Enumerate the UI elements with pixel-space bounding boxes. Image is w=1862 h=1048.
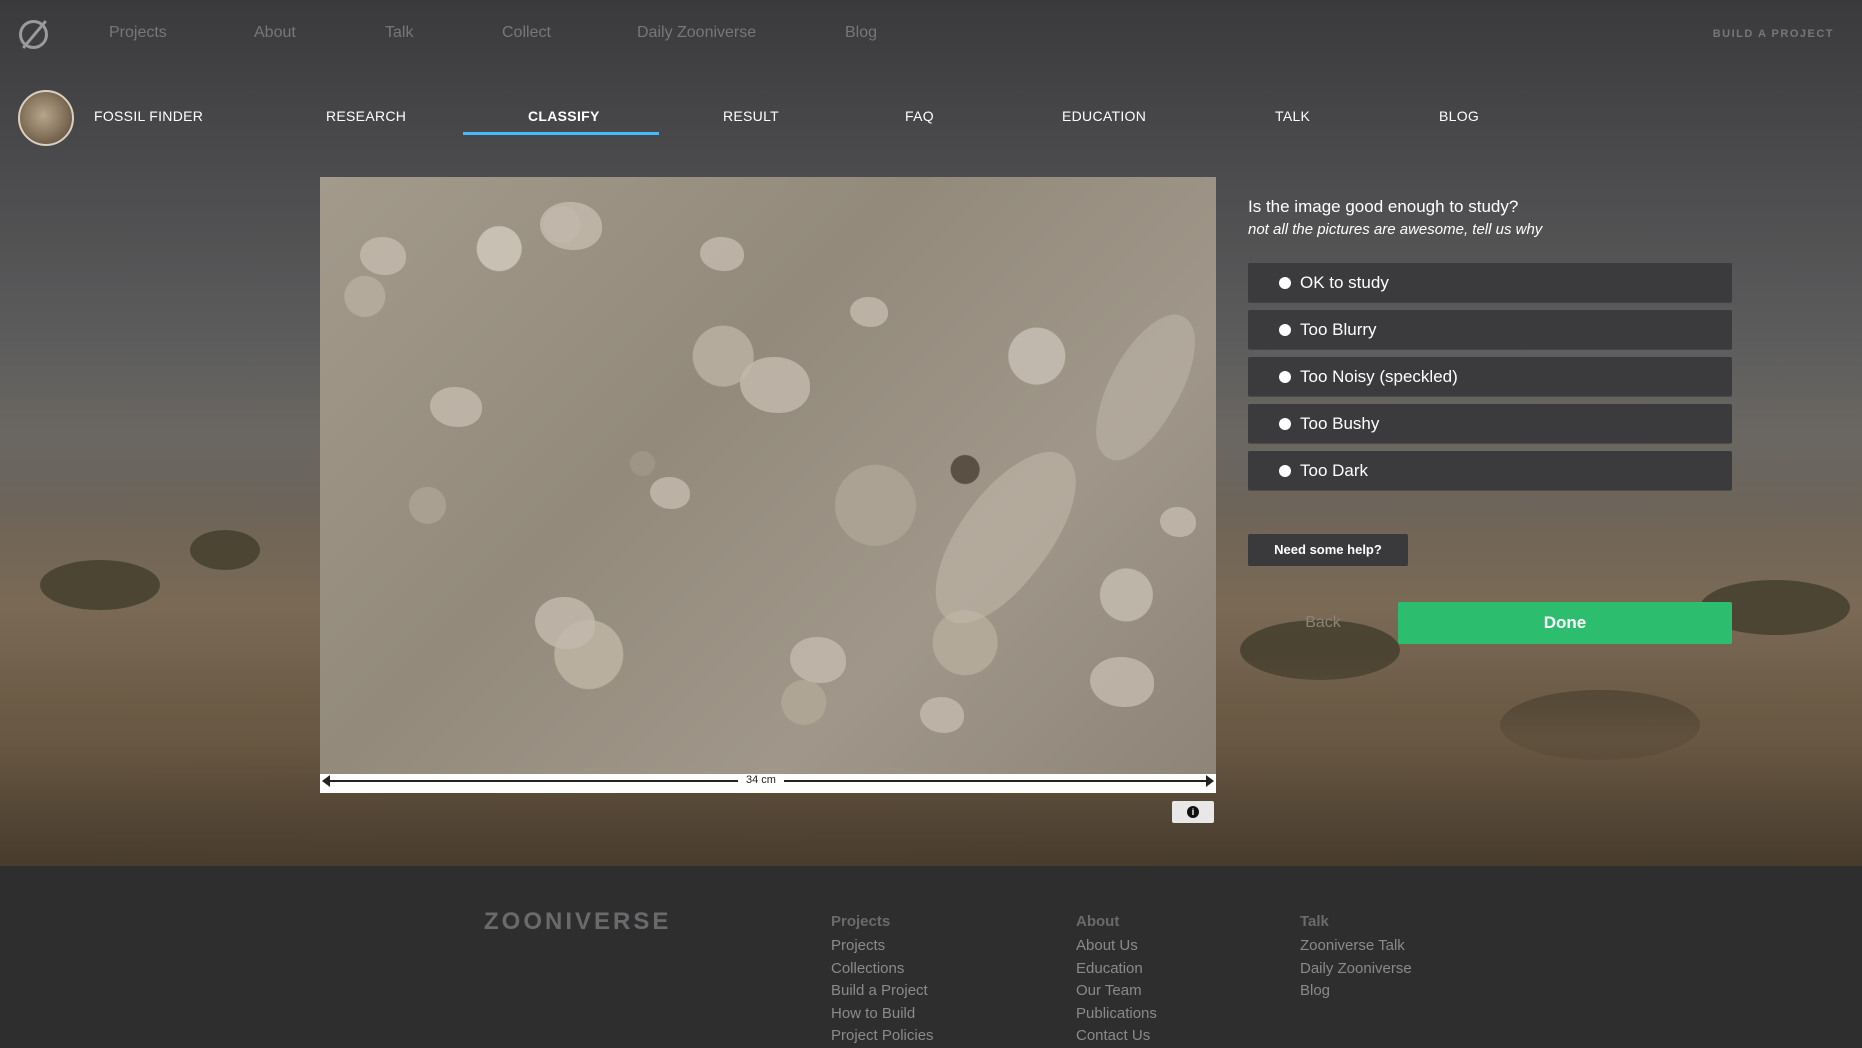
footer-logo[interactable]: ZOONIVERSE <box>484 908 671 936</box>
radio-icon <box>1279 277 1291 289</box>
footer-heading: About <box>1076 913 1120 930</box>
answer-too-dark[interactable]: Too Dark <box>1248 451 1732 490</box>
info-icon: i <box>1187 806 1199 818</box>
tab-research[interactable]: RESEARCH <box>326 108 406 124</box>
answer-label: Too Bushy <box>1300 414 1380 433</box>
answer-label: Too Noisy (speckled) <box>1300 367 1458 386</box>
footer-link[interactable]: Publications <box>1076 1003 1157 1026</box>
subject-image[interactable] <box>320 177 1216 774</box>
answer-label: Too Blurry <box>1300 320 1377 339</box>
classification-task: Is the image good enough to study? not a… <box>1248 196 1732 644</box>
need-help-button[interactable]: Need some help? <box>1248 534 1408 566</box>
answer-ok-to-study[interactable]: OK to study <box>1248 263 1732 302</box>
task-help-text: not all the pictures are awesome, tell u… <box>1248 221 1543 238</box>
tab-blog[interactable]: BLOG <box>1439 108 1479 124</box>
tab-faq[interactable]: FAQ <box>905 108 934 124</box>
radio-icon <box>1279 465 1291 477</box>
metadata-info-button[interactable]: i <box>1172 801 1214 823</box>
zooniverse-logo-icon[interactable] <box>19 20 48 49</box>
footer-link[interactable]: Contact Us <box>1076 1025 1157 1048</box>
tab-classify[interactable]: CLASSIFY <box>528 108 600 124</box>
scrub-shape <box>190 530 260 570</box>
footer-column-about: About About Us Education Our Team Public… <box>1076 913 1157 1048</box>
project-avatar[interactable] <box>18 90 74 146</box>
footer-column-talk: Talk Zooniverse Talk Daily Zooniverse Bl… <box>1300 913 1412 1003</box>
tab-talk[interactable]: TALK <box>1275 108 1310 124</box>
nav-link-collect[interactable]: Collect <box>502 24 551 42</box>
active-tab-indicator <box>463 132 659 135</box>
footer-link[interactable]: Zooniverse Talk <box>1300 935 1412 958</box>
project-title[interactable]: FOSSIL FINDER <box>94 108 203 124</box>
footer-link[interactable]: Collections <box>831 958 934 981</box>
footer-column-projects: Projects Projects Collections Build a Pr… <box>831 913 934 1048</box>
footer-link[interactable]: Our Team <box>1076 980 1157 1003</box>
site-navigation: Projects About Talk Collect Daily Zooniv… <box>0 0 1862 64</box>
answer-label: Too Dark <box>1300 461 1369 480</box>
radio-icon <box>1279 418 1291 430</box>
nav-link-about[interactable]: About <box>254 24 296 42</box>
build-a-project-link[interactable]: BUILD A PROJECT <box>1713 28 1834 40</box>
nav-link-projects[interactable]: Projects <box>109 24 167 42</box>
nav-link-blog[interactable]: Blog <box>845 24 877 42</box>
task-question: Is the image good enough to study? <box>1248 197 1519 216</box>
radio-icon <box>1279 324 1291 336</box>
footer-link[interactable]: Daily Zooniverse <box>1300 958 1412 981</box>
answer-too-bushy[interactable]: Too Bushy <box>1248 404 1732 443</box>
answer-list: OK to study Too Blurry Too Noisy (speckl… <box>1248 263 1732 498</box>
footer-link[interactable]: Projects <box>831 935 934 958</box>
subject-viewer: 34 cm <box>320 177 1216 793</box>
tab-education[interactable]: EDUCATION <box>1062 108 1146 124</box>
scale-label: 34 cm <box>738 774 784 786</box>
footer-link[interactable]: Project Policies <box>831 1025 934 1048</box>
done-button[interactable]: Done <box>1398 602 1732 644</box>
footer-link[interactable]: How to Build <box>831 1003 934 1026</box>
answer-too-noisy[interactable]: Too Noisy (speckled) <box>1248 357 1732 396</box>
nav-link-talk[interactable]: Talk <box>385 24 413 42</box>
answer-label: OK to study <box>1300 273 1389 292</box>
footer-link[interactable]: Education <box>1076 958 1157 981</box>
footer-link[interactable]: Build a Project <box>831 980 934 1003</box>
nav-link-daily-zooniverse[interactable]: Daily Zooniverse <box>637 24 756 42</box>
site-footer: ZOONIVERSE Projects Projects Collections… <box>0 866 1862 1048</box>
scrub-shape <box>40 560 160 610</box>
project-navigation: FOSSIL FINDER RESEARCH CLASSIFY RESULT F… <box>0 84 1862 148</box>
radio-icon <box>1279 371 1291 383</box>
footer-heading: Projects <box>831 913 891 930</box>
answer-too-blurry[interactable]: Too Blurry <box>1248 310 1732 349</box>
footer-link[interactable]: Blog <box>1300 980 1412 1003</box>
back-button[interactable]: Back <box>1248 602 1398 644</box>
footer-heading: Talk <box>1300 913 1329 930</box>
footer-link[interactable]: About Us <box>1076 935 1157 958</box>
tab-result[interactable]: RESULT <box>723 108 779 124</box>
